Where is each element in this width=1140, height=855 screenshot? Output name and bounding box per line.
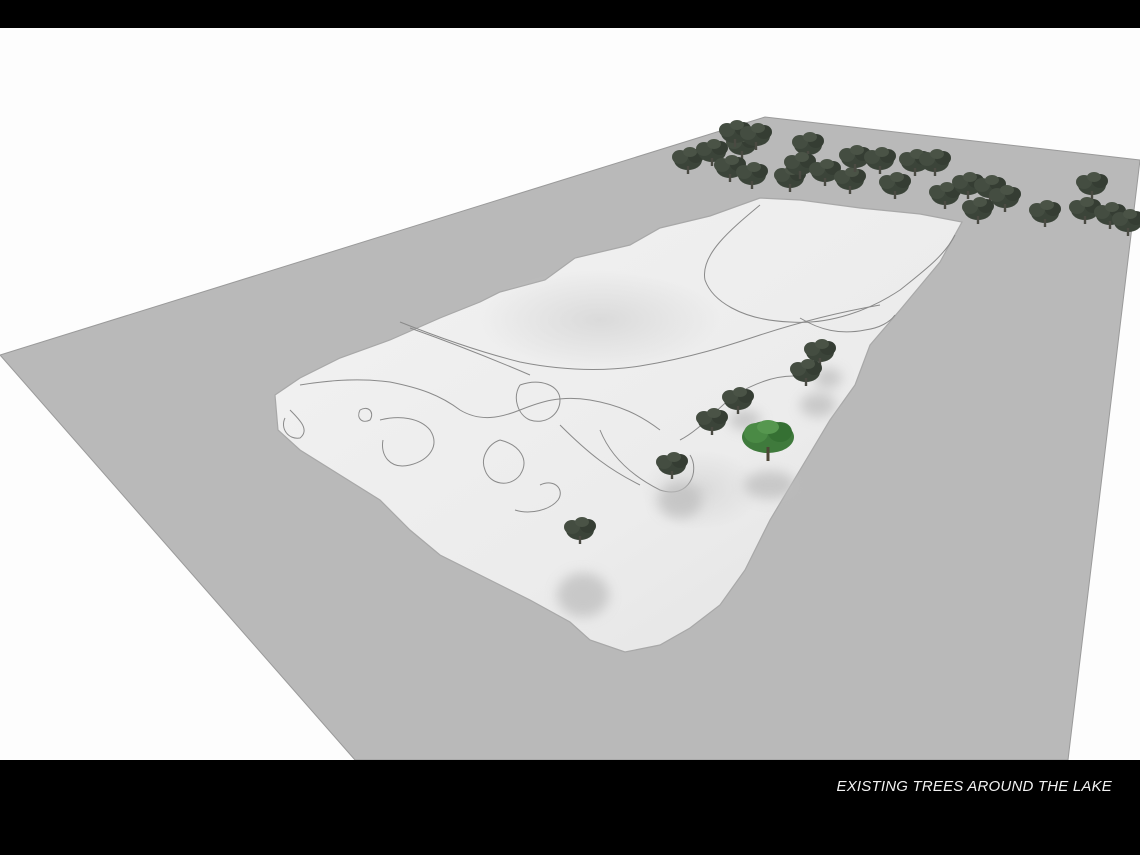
- slide-caption: EXISTING TREES AROUND THE LAKE: [836, 778, 1112, 795]
- site-model-render: [0, 116, 1140, 760]
- bottom-letterbox-bar: EXISTING TREES AROUND THE LAKE: [0, 760, 1140, 855]
- top-letterbox-bar: [0, 0, 1140, 28]
- mound-shading: [480, 270, 720, 370]
- 3d-model-viewport: [0, 28, 1140, 760]
